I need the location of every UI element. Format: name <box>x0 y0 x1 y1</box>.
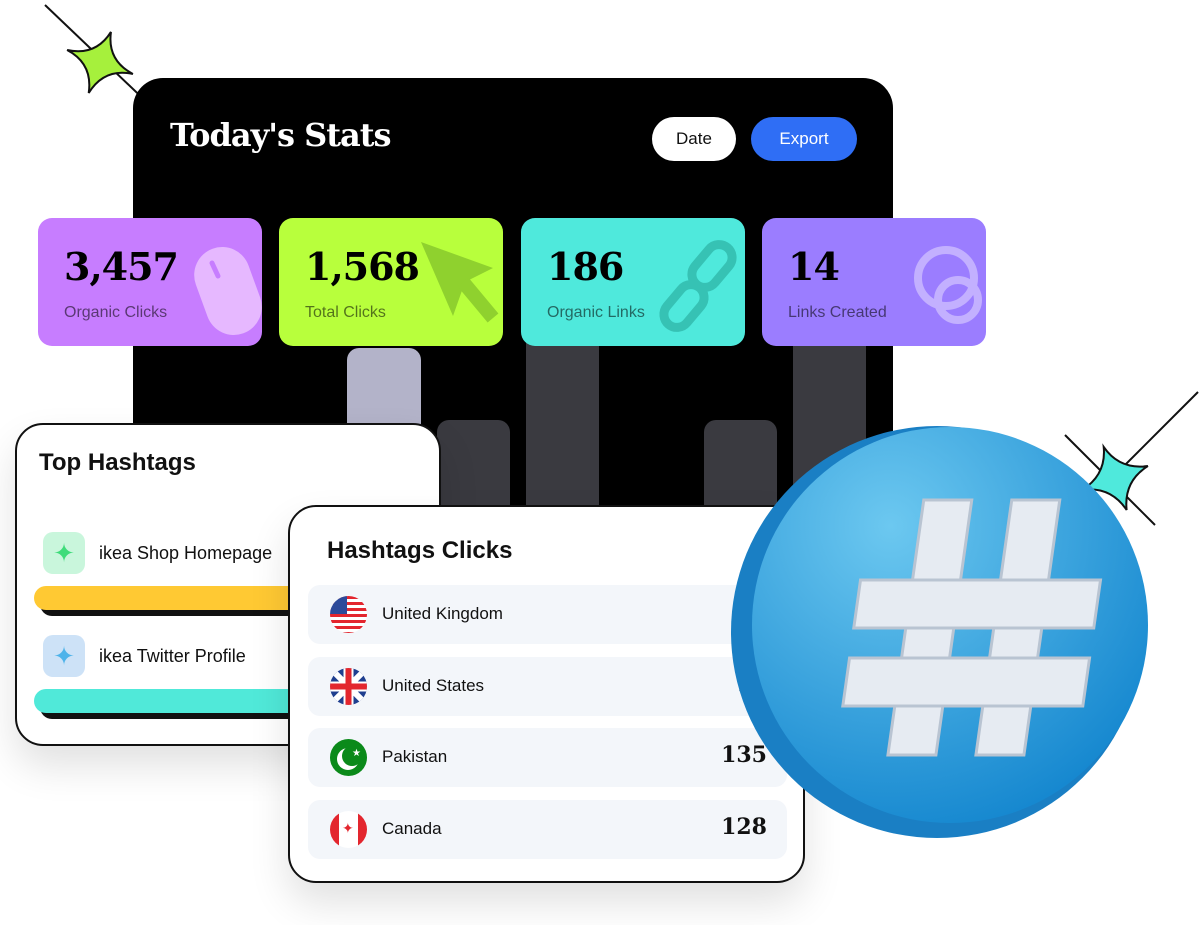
canada-flag-icon: ✦ <box>330 811 367 848</box>
card-title: Hashtags Clicks <box>327 537 513 564</box>
stat-label: Organic Links <box>547 304 645 321</box>
link-icon <box>659 240 737 332</box>
export-button[interactable]: Export <box>751 117 857 161</box>
stat-label: Organic Clicks <box>64 304 168 321</box>
date-button[interactable]: Date <box>652 117 736 161</box>
country-name: United Kingdom <box>382 604 503 623</box>
country-row[interactable]: United Kingdom <box>308 585 787 644</box>
hashtag-item-label[interactable]: ikea Twitter Profile <box>99 646 246 667</box>
stat-card-organic-links: 186 Organic Links <box>521 218 745 346</box>
uk-flag-icon <box>330 668 367 705</box>
stat-label: Links Created <box>788 304 887 321</box>
country-name: Canada <box>382 819 442 838</box>
sparkle-icon: ✦ <box>43 532 85 574</box>
stat-value: 14 <box>788 244 840 289</box>
stat-card-links-created: 14 Links Created <box>762 218 986 346</box>
stat-value: 186 <box>547 244 624 289</box>
stat-card-organic-clicks: 3,457 Organic Clicks <box>38 218 262 346</box>
country-name: United States <box>382 676 485 695</box>
stat-value: 1,568 <box>305 244 420 289</box>
stat-value: 3,457 <box>64 244 179 289</box>
card-title: Top Hashtags <box>39 449 196 476</box>
hashtag-badge-icon <box>731 426 1148 838</box>
chain-icon <box>914 246 982 324</box>
country-row[interactable]: ✦ Canada 128 <box>308 800 787 859</box>
mouse-icon <box>194 247 262 335</box>
chart-bar <box>437 420 510 518</box>
page-title: Today's Stats <box>170 116 392 154</box>
stat-card-total-clicks: 1,568 Total Clicks <box>279 218 503 346</box>
country-row[interactable]: ★ Pakistan 135 <box>308 728 787 787</box>
sparkle-icon: ✦ <box>43 635 85 677</box>
chart-bar <box>526 330 599 518</box>
country-name: Pakistan <box>382 747 448 766</box>
cursor-arrow-icon <box>421 242 499 323</box>
svg-text:★: ★ <box>352 748 361 759</box>
pakistan-flag-icon: ★ <box>330 739 367 776</box>
hashtag-item-label[interactable]: ikea Shop Homepage <box>99 543 272 564</box>
country-row[interactable]: United States 14 <box>308 657 787 716</box>
us-flag-icon <box>330 596 367 633</box>
stat-label: Total Clicks <box>305 304 386 321</box>
